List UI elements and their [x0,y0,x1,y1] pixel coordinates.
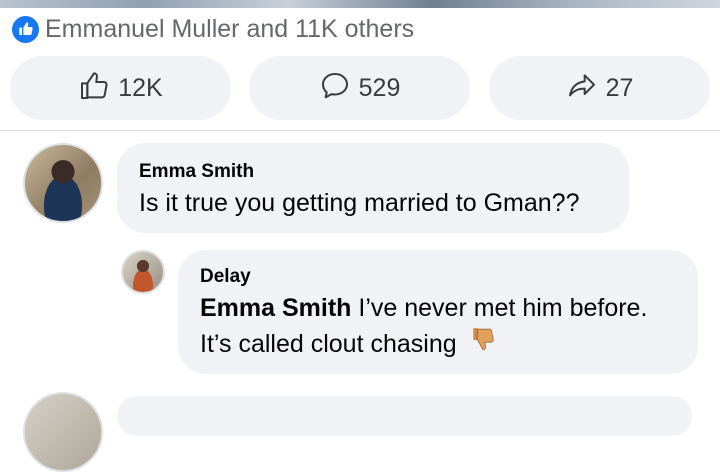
share-button[interactable]: 27 [489,56,710,120]
next-comment-avatar[interactable] [23,392,103,472]
avatar[interactable] [23,143,103,223]
next-comment-bubble[interactable] [117,396,692,436]
comment-count: 529 [358,73,401,102]
reply-text-line2: It’s called clout chasing [200,330,457,358]
reply-mention[interactable]: Emma Smith [200,294,351,322]
reply-author[interactable]: Delay [200,266,676,288]
reactions-summary-text: Emmanuel Muller and 11K others [45,14,415,43]
comment-button[interactable]: 529 [249,56,470,120]
share-icon [566,70,598,107]
comment-icon [319,70,351,107]
like-count: 12K [118,73,163,102]
reply-text: Emma Smith I’ve never met him before. It… [200,290,676,364]
like-button[interactable]: 12K [10,56,231,120]
comment-text: Is it true you getting married to Gman?? [139,189,580,217]
reactions-summary[interactable]: Emmanuel Muller and 11K others [12,14,414,44]
share-count: 27 [605,73,634,102]
comment-author[interactable]: Emma Smith [139,161,607,183]
post-image-edge[interactable] [0,0,720,8]
comment-bubble[interactable]: Emma Smith Is it true you getting marrie… [117,143,629,233]
thumbs-up-icon [78,70,110,107]
thumbs-down-emoji-icon [470,326,496,364]
reply-text-line1: I’ve never met him before. [358,294,648,322]
reply-bubble[interactable]: Delay Emma Smith I’ve never met him befo… [178,250,698,374]
reply-avatar[interactable] [121,250,165,294]
like-reaction-icon [12,15,39,43]
divider [0,130,720,131]
